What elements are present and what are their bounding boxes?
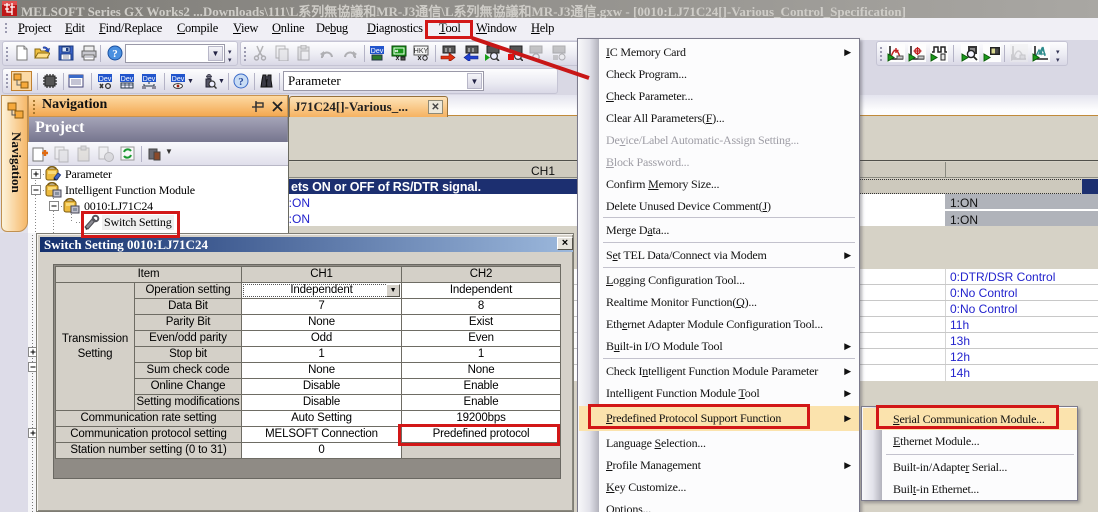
svg-text:Dev: Dev — [371, 48, 384, 55]
svg-text:HKY: HKY — [414, 48, 429, 55]
svg-text:Dev: Dev — [172, 76, 185, 83]
svg-text:?: ? — [238, 76, 244, 88]
svg-text:Dev: Dev — [121, 76, 134, 83]
svg-text:Dev: Dev — [143, 76, 156, 83]
svg-text:?: ? — [112, 48, 118, 60]
svg-text:Dev: Dev — [99, 76, 112, 83]
